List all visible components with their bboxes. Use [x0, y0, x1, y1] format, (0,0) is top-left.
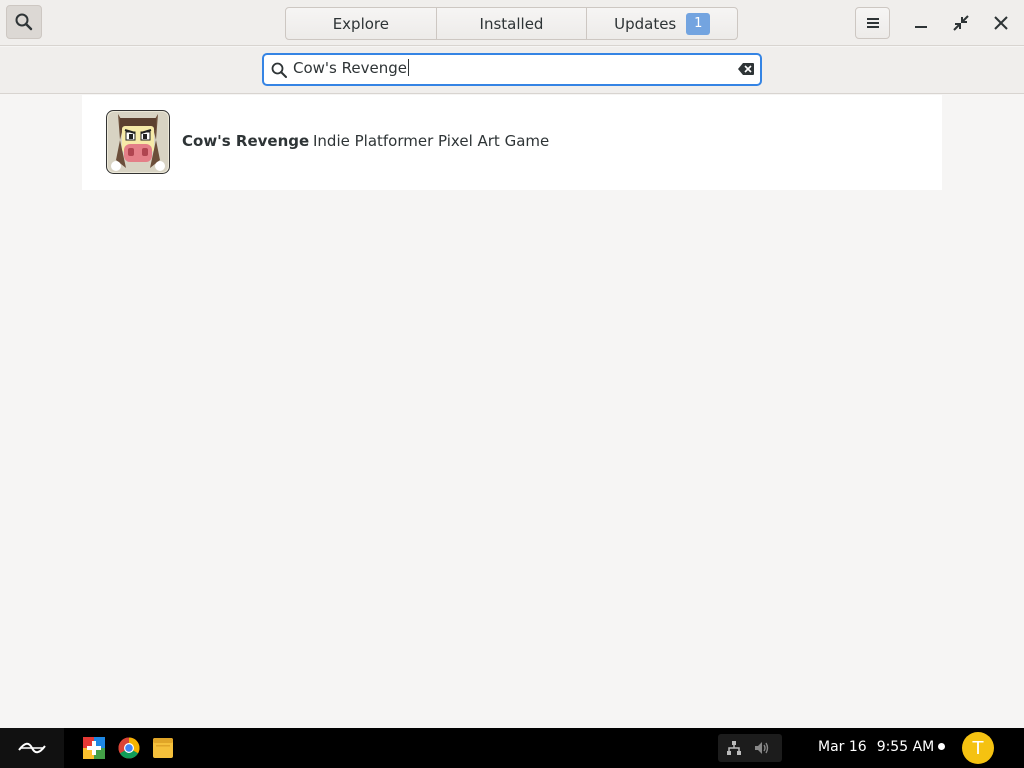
main-menu-button[interactable]: [855, 7, 890, 39]
search-results-list: Cow's Revenge Indie Platformer Pixel Art…: [82, 95, 942, 190]
view-switcher: Explore Installed Updates 1: [285, 7, 738, 40]
tab-installed-label: Installed: [479, 14, 544, 33]
restore-button[interactable]: [949, 11, 973, 35]
clock[interactable]: Mar 16 9:55 AM: [818, 739, 955, 755]
launcher-icon: [18, 742, 46, 754]
files-icon[interactable]: [152, 737, 174, 759]
text-caret: [407, 59, 409, 76]
search-toggle-button[interactable]: [6, 5, 42, 39]
taskbar: Mar 16 9:55 AM T: [0, 728, 1024, 768]
updates-count-badge: 1: [686, 12, 711, 35]
system-tray[interactable]: [718, 734, 782, 762]
search-input[interactable]: Cow's Revenge: [262, 53, 762, 86]
network-icon: [727, 741, 741, 755]
user-avatar[interactable]: T: [962, 732, 994, 764]
tab-explore-label: Explore: [332, 14, 389, 33]
chrome-icon[interactable]: [118, 737, 140, 759]
app-summary: Indie Platformer Pixel Art Game: [313, 132, 550, 150]
hamburger-menu-icon: [866, 18, 879, 28]
header-bar: Explore Installed Updates 1: [0, 0, 1024, 46]
restore-icon: [953, 15, 969, 31]
close-icon: [994, 16, 1008, 30]
app-name: Cow's Revenge: [182, 132, 310, 150]
app-center-icon[interactable]: [83, 737, 105, 759]
clear-icon[interactable]: [738, 63, 754, 75]
list-item[interactable]: Cow's Revenge Indie Platformer Pixel Art…: [82, 95, 942, 190]
launcher-button[interactable]: [0, 728, 64, 768]
search-icon: [271, 62, 287, 78]
clock-time: 9:55 AM: [876, 739, 935, 755]
notification-dot: [938, 743, 946, 750]
minimize-button[interactable]: [909, 11, 933, 35]
volume-icon: [755, 742, 769, 754]
tab-installed[interactable]: Installed: [437, 8, 588, 39]
clock-date: Mar 16: [818, 739, 867, 755]
search-input-text: Cow's Revenge: [293, 59, 407, 77]
tab-updates-label: Updates: [614, 14, 677, 33]
tab-explore[interactable]: Explore: [286, 8, 437, 39]
close-button[interactable]: [989, 11, 1013, 35]
search-icon: [15, 13, 33, 31]
user-avatar-initial: T: [972, 737, 984, 759]
minimize-icon: [915, 26, 927, 28]
search-bar: Cow's Revenge: [0, 47, 1024, 94]
cows-revenge-app-icon: [106, 110, 170, 174]
tab-updates[interactable]: Updates 1: [587, 8, 737, 39]
